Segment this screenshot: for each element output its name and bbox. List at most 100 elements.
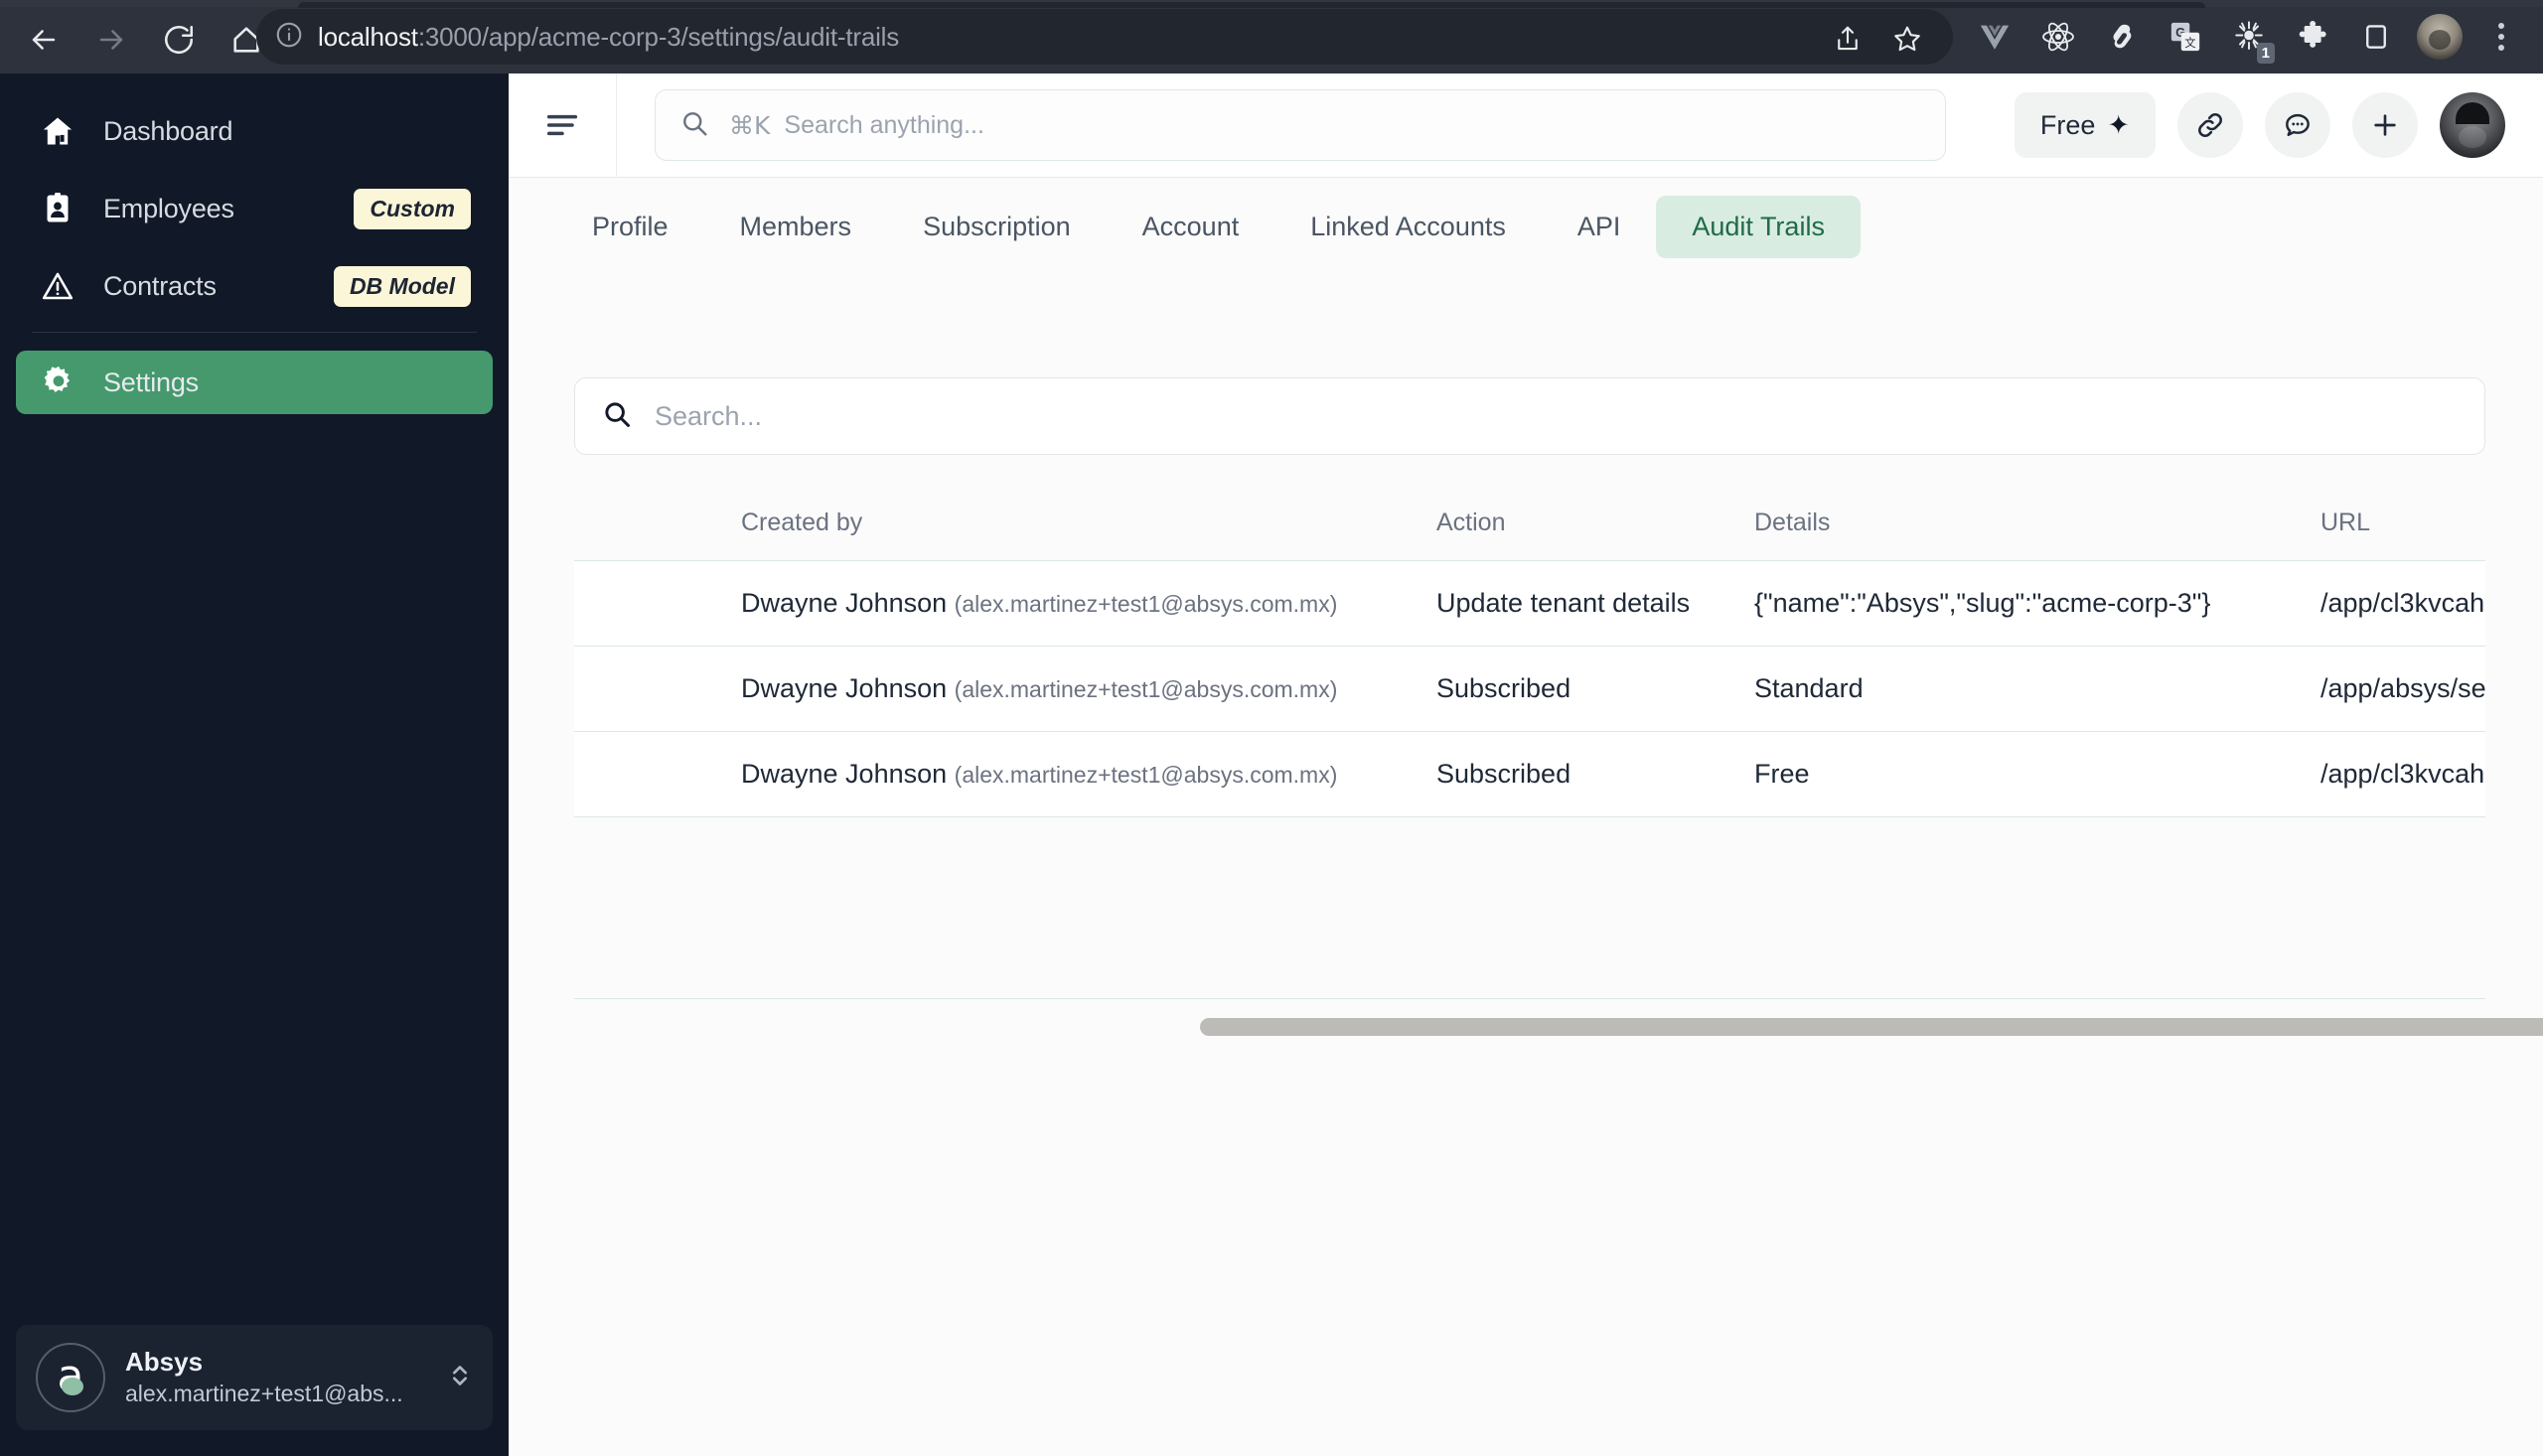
table-header-row: Created by Action Details URL bbox=[574, 490, 2485, 561]
extensions-puzzle-icon[interactable] bbox=[2285, 9, 2340, 65]
plan-upgrade-button[interactable]: Free ✦ bbox=[2014, 92, 2156, 158]
tenant-name: Absys bbox=[125, 1347, 204, 1378]
search-icon bbox=[601, 398, 633, 435]
side-panel-icon[interactable] bbox=[2348, 9, 2404, 65]
sidebar-item-employees[interactable]: Employees Custom bbox=[16, 177, 493, 240]
column-header-date[interactable] bbox=[574, 490, 741, 561]
browser-profile-button[interactable] bbox=[2412, 9, 2468, 65]
tab-audit-trails[interactable]: Audit Trails bbox=[1656, 195, 1861, 258]
cell-action: Subscribed bbox=[1436, 646, 1754, 732]
plus-icon[interactable] bbox=[2352, 92, 2418, 158]
main-content-area: ⌘K Search anything... Free ✦ Profile Mem… bbox=[509, 73, 2543, 1456]
horizontal-scrollbar[interactable] bbox=[574, 1014, 2543, 1040]
arrow-left-icon bbox=[32, 30, 56, 50]
column-header-action[interactable]: Action bbox=[1436, 490, 1754, 561]
sidebar-divider bbox=[32, 332, 477, 333]
link-icon[interactable] bbox=[2177, 92, 2243, 158]
kebab-menu-icon[interactable] bbox=[2475, 9, 2527, 65]
google-translate-icon[interactable]: G文 bbox=[2158, 9, 2213, 65]
tab-account[interactable]: Account bbox=[1107, 196, 1275, 258]
sidebar-item-dashboard[interactable]: Dashboard bbox=[16, 99, 493, 163]
vue-devtools-icon[interactable] bbox=[1967, 9, 2022, 65]
svg-text:文: 文 bbox=[2184, 36, 2195, 50]
tab-members[interactable]: Members bbox=[704, 196, 888, 258]
column-header-url[interactable]: URL bbox=[2320, 490, 2485, 561]
tab-linked-accounts[interactable]: Linked Accounts bbox=[1274, 196, 1542, 258]
search-input[interactable]: Search... bbox=[574, 377, 2485, 455]
hamburger-menu-icon[interactable] bbox=[509, 73, 616, 178]
plan-label: Free bbox=[2039, 109, 2096, 140]
app-header: ⌘K Search anything... Free ✦ bbox=[509, 73, 2543, 178]
sun-extension-icon[interactable]: 1 bbox=[2221, 9, 2277, 65]
browser-extensions-bar: G文 1 bbox=[1967, 9, 2527, 65]
table-row[interactable]: 4 20:33:02 Dwayne Johnson (alex.martinez… bbox=[574, 560, 2485, 647]
tenant-avatar-accent bbox=[62, 1378, 83, 1395]
search-placeholder: Search anything... bbox=[784, 110, 984, 139]
back-button[interactable] bbox=[14, 10, 74, 70]
svelte-devtools-icon[interactable] bbox=[2094, 9, 2150, 65]
omnibox-actions bbox=[1818, 9, 1937, 69]
global-search-input[interactable]: ⌘K Search anything... bbox=[655, 89, 1946, 161]
forward-button[interactable] bbox=[81, 10, 141, 70]
header-divider bbox=[616, 73, 617, 178]
tenant-avatar: a bbox=[36, 1343, 105, 1412]
created-by-email: (alex.martinez+test1@absys.com.mx) bbox=[954, 591, 1338, 617]
created-by-name: Dwayne Johnson bbox=[741, 673, 948, 703]
cell-date: 4 20:33:02 bbox=[574, 560, 741, 647]
url-path: :3000/app/acme-corp-3/settings/audit-tra… bbox=[417, 21, 900, 52]
horizontal-scrollbar-thumb[interactable] bbox=[1200, 1018, 2543, 1036]
share-button[interactable] bbox=[1818, 9, 1877, 69]
cell-date: 4 20:08:02 bbox=[574, 731, 741, 817]
browser-active-tab[interactable] bbox=[298, 2, 2205, 8]
arrow-right-icon bbox=[99, 30, 123, 50]
browser-profile-avatar bbox=[2417, 14, 2463, 60]
address-bar[interactable]: localhost:3000/app/acme-corp-3/settings/… bbox=[256, 9, 1953, 65]
header-actions: Free ✦ bbox=[2014, 92, 2543, 158]
reload-icon bbox=[164, 25, 194, 55]
share-icon bbox=[1838, 26, 1858, 51]
avatar[interactable] bbox=[2440, 92, 2505, 158]
cell-created-by: Dwayne Johnson (alex.martinez+test1@absy… bbox=[741, 731, 1436, 817]
tab-api[interactable]: API bbox=[1542, 196, 1657, 258]
tenant-switcher[interactable]: a Absys alex.martinez+test1@abs... bbox=[16, 1325, 493, 1430]
site-info-icon[interactable] bbox=[274, 20, 304, 55]
table-row[interactable]: 4 20:08:02 Dwayne Johnson (alex.martinez… bbox=[574, 731, 2485, 817]
browser-tab-strip bbox=[0, 0, 2543, 8]
cell-created-by: Dwayne Johnson (alex.martinez+test1@absy… bbox=[741, 560, 1436, 647]
tenant-info: Absys alex.martinez+test1@abs... bbox=[125, 1346, 403, 1409]
table-row[interactable]: 4 20:15:24 Dwayne Johnson (alex.martinez… bbox=[574, 646, 2485, 732]
cell-url: /app/absys/setting bbox=[2320, 646, 2485, 732]
sparkle-icon: ✦ bbox=[2107, 109, 2130, 141]
cell-details: Standard bbox=[1754, 646, 2320, 732]
extension-badge-count: 1 bbox=[2256, 43, 2275, 64]
created-by-email: (alex.martinez+test1@absys.com.mx) bbox=[954, 676, 1338, 702]
audit-table: Created by Action Details URL 4 20:33:02… bbox=[574, 490, 2485, 817]
tab-subscription[interactable]: Subscription bbox=[887, 196, 1107, 258]
cell-url: /app/cl3kvcahk46 bbox=[2320, 731, 2485, 817]
table-header: Created by Action Details URL bbox=[574, 490, 2485, 561]
tab-profile[interactable]: Profile bbox=[556, 196, 704, 258]
column-header-details[interactable]: Details bbox=[1754, 490, 2320, 561]
sidebar-footer: a Absys alex.martinez+test1@abs... bbox=[0, 1325, 509, 1456]
search-placeholder: Search... bbox=[655, 400, 763, 431]
chat-bubble-icon[interactable] bbox=[2265, 92, 2330, 158]
cell-action: Update tenant details bbox=[1436, 560, 1754, 647]
id-card-icon bbox=[40, 191, 79, 226]
sidebar-item-label: Dashboard bbox=[103, 115, 233, 146]
react-devtools-icon[interactable] bbox=[2030, 9, 2086, 65]
reload-button[interactable] bbox=[149, 10, 209, 70]
table-bottom-rule bbox=[574, 998, 2485, 999]
created-by-name: Dwayne Johnson bbox=[741, 588, 948, 618]
column-header-created-by[interactable]: Created by bbox=[741, 490, 1436, 561]
sidebar-item-contracts[interactable]: Contracts DB Model bbox=[16, 254, 493, 318]
cell-details: Free bbox=[1754, 731, 2320, 817]
gear-icon bbox=[40, 364, 79, 401]
url-host: localhost bbox=[318, 21, 418, 52]
sidebar-item-settings[interactable]: Settings bbox=[16, 351, 493, 414]
sidebar-badge-db-model: DB Model bbox=[333, 265, 471, 307]
audit-trails-panel: Search... Created by Action Details URL … bbox=[509, 275, 2543, 1456]
cell-details: {"name":"Absys","slug":"acme-corp-3"} bbox=[1754, 560, 2320, 647]
settings-tabs: Profile Members Subscription Account Lin… bbox=[509, 178, 2543, 275]
cell-date: 4 20:15:24 bbox=[574, 646, 741, 732]
bookmark-button[interactable] bbox=[1877, 9, 1937, 69]
